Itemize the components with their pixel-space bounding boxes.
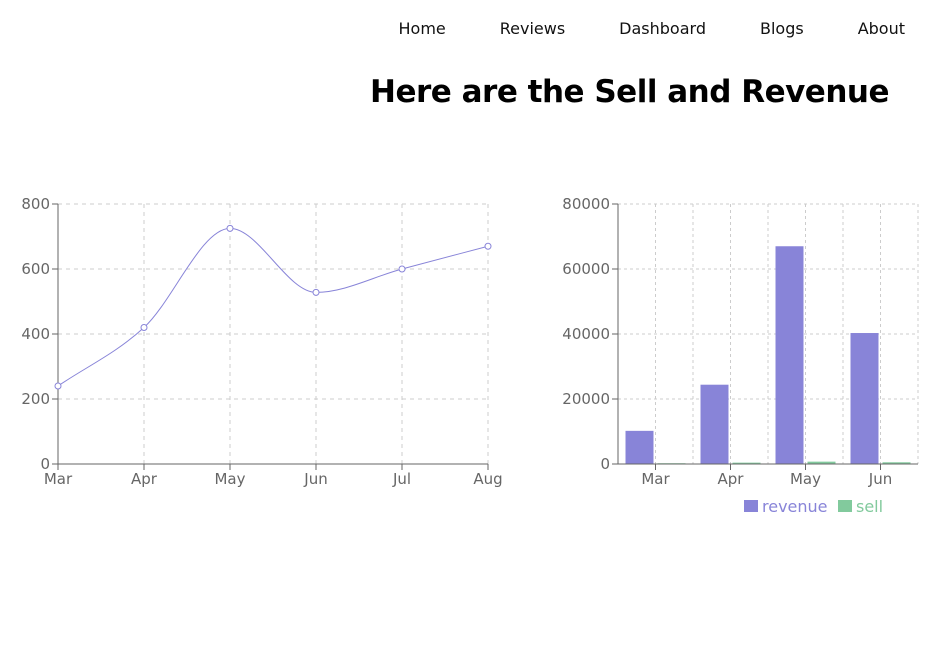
revenue-bar [625,430,654,464]
x-tick-label: May [790,470,821,488]
data-point [140,324,148,331]
series-line [57,227,489,387]
nav-reviews-link[interactable]: Reviews [500,15,565,43]
nav-about-link[interactable]: About [858,15,905,43]
x-tick-label: Apr [131,470,158,488]
revenue-legend-swatch [744,500,758,512]
nav-dashboard-link[interactable]: Dashboard [619,15,706,43]
x-tick-label: Jun [868,470,892,488]
page: Home Reviews Dashboard Blogs About Here … [0,0,927,658]
data-point [484,242,492,250]
y-tick-label: 200 [21,390,50,408]
y-tick-label: 20000 [562,390,610,408]
y-tick-label: 80000 [562,195,610,213]
data-point [398,265,406,273]
x-tick-label: Jul [392,470,411,488]
x-tick-label: Jun [303,470,327,488]
page-title: Here are the Sell and Revenue [370,74,889,110]
nav-home-link[interactable]: Home [399,15,446,43]
revenue-bar [775,246,804,464]
y-tick-label: 600 [21,260,50,278]
nav-blogs-link[interactable]: Blogs [760,15,804,43]
x-tick-label: Mar [641,470,670,488]
revenue-bar [850,333,879,464]
y-tick-label: 0 [600,455,610,473]
y-tick-label: 800 [21,195,50,213]
y-tick-label: 60000 [562,260,610,278]
sell-legend-label: sell [856,497,883,516]
revenue-legend-label: revenue [762,497,828,516]
data-point [226,224,234,232]
x-tick-label: Mar [44,470,73,488]
x-tick-label: Aug [473,470,502,488]
revenue-sell-bar-chart: 0 20000 40000 60000 80000 Mar Apr May Jun revenue… [562,195,919,516]
top-navigation: Home Reviews Dashboard Blogs About [399,14,906,44]
sell-legend-swatch [838,500,852,512]
data-point [54,382,62,390]
data-point [312,288,320,296]
revenue-bar [700,384,729,464]
x-tick-label: May [214,470,245,488]
chart-legend: revenue sell [744,497,883,516]
y-tick-label: 40000 [562,325,610,343]
monthly-line-chart: 0200400600800Mar Apr May Jun Jul Aug [21,195,502,488]
y-tick-label: 400 [21,325,50,343]
x-tick-label: Apr [718,470,745,488]
